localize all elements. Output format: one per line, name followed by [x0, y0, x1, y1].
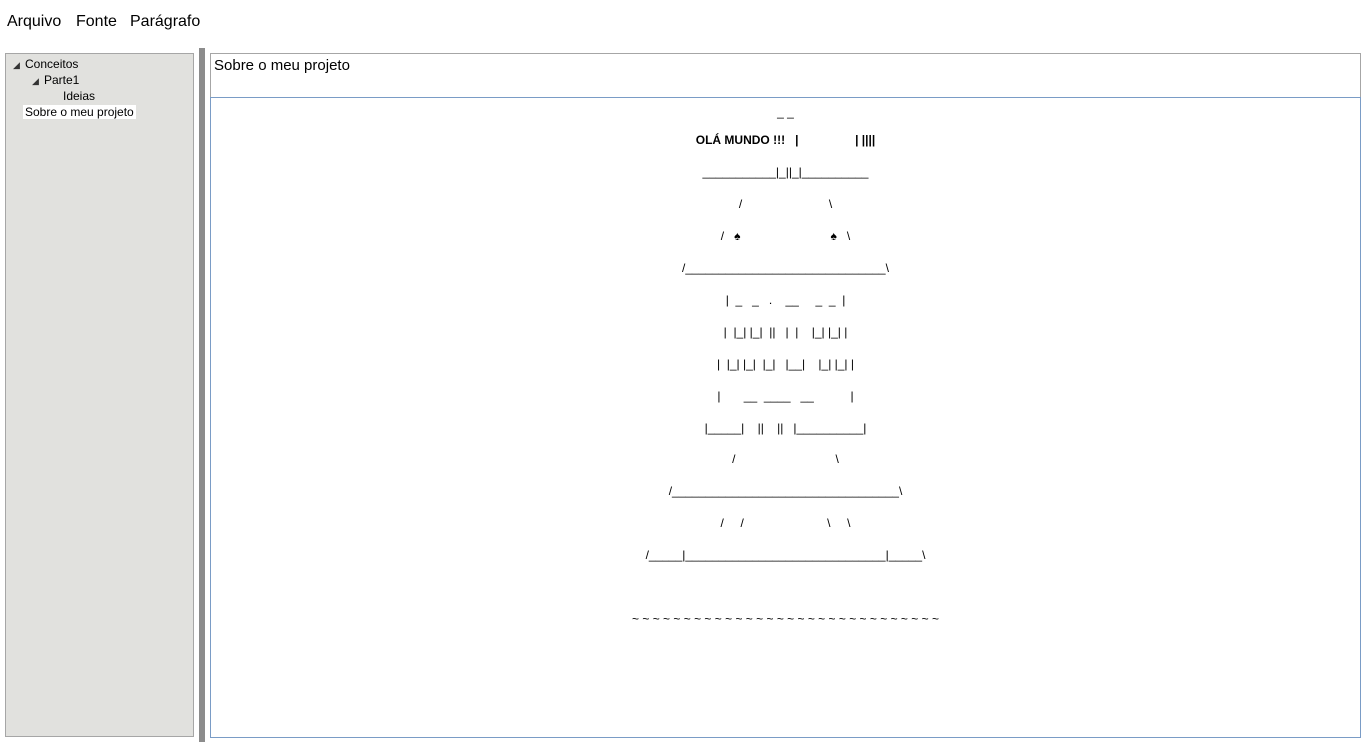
tree-node-label: Conceitos	[25, 57, 79, 71]
panel-splitter[interactable]	[199, 48, 205, 742]
art-line: | |_| |_| |_| |__| |_| |_| |	[716, 357, 855, 371]
art-line: /______________________________\	[682, 261, 889, 275]
menu-fonte[interactable]: Fonte	[76, 12, 117, 32]
rich-text-editor[interactable]: _ _ OLÁ MUNDO !!! | | |||| ___________|_…	[210, 97, 1361, 738]
art-line: / \	[732, 452, 839, 466]
art-line: OLÁ MUNDO !!! | | ||||	[695, 133, 876, 147]
tree-node-ideias[interactable]: Ideias	[61, 89, 97, 103]
art-line: | |_| |_| || | | |_| |_| |	[723, 325, 848, 339]
tree-node-conceitos[interactable]: ◢ Conceitos	[13, 57, 80, 72]
expand-arrow-icon[interactable]: ◢	[32, 74, 42, 88]
art-line: |_____| || || |__________|	[704, 421, 867, 435]
art-line: /__________________________________\	[668, 484, 903, 498]
document-title-field[interactable]: Sobre o meu projeto	[210, 53, 1361, 98]
tree-node-label: Ideias	[63, 89, 96, 103]
document-title-text: Sobre o meu projeto	[214, 57, 350, 74]
art-line: ~ ~ ~ ~ ~ ~ ~ ~ ~ ~ ~ ~ ~ ~ ~ ~ ~ ~ ~ ~ …	[632, 612, 939, 626]
tree-view: ◢ Conceitos ◢ Parte1 Ideias Sobre o meu pr…	[5, 53, 194, 737]
expand-arrow-icon[interactable]: ◢	[13, 58, 23, 72]
tree-node-label: Parte1	[44, 73, 80, 87]
menu-bar: Arquivo Fonte Parágrafo	[0, 0, 1365, 44]
tree-node-parte1[interactable]: ◢ Parte1	[32, 73, 81, 88]
art-line: _ _	[777, 105, 794, 119]
menu-paragrafo[interactable]: Parágrafo	[130, 12, 200, 32]
tree-node-label: Sobre o meu projeto	[23, 105, 136, 119]
art-line: ___________|_||_|__________	[702, 165, 869, 179]
art-line: / / \ \	[720, 516, 851, 530]
art-line: /_____|______________________________|__…	[645, 548, 926, 562]
art-line: / \	[738, 197, 833, 211]
art-line: / ♠ ♠ \	[720, 229, 851, 243]
tree-node-sobre[interactable]: Sobre o meu projeto	[23, 105, 136, 119]
art-line: | __ ____ __ |	[717, 389, 854, 403]
art-line: | _ _ . __ _ _ |	[725, 293, 846, 307]
menu-arquivo[interactable]: Arquivo	[7, 12, 61, 32]
